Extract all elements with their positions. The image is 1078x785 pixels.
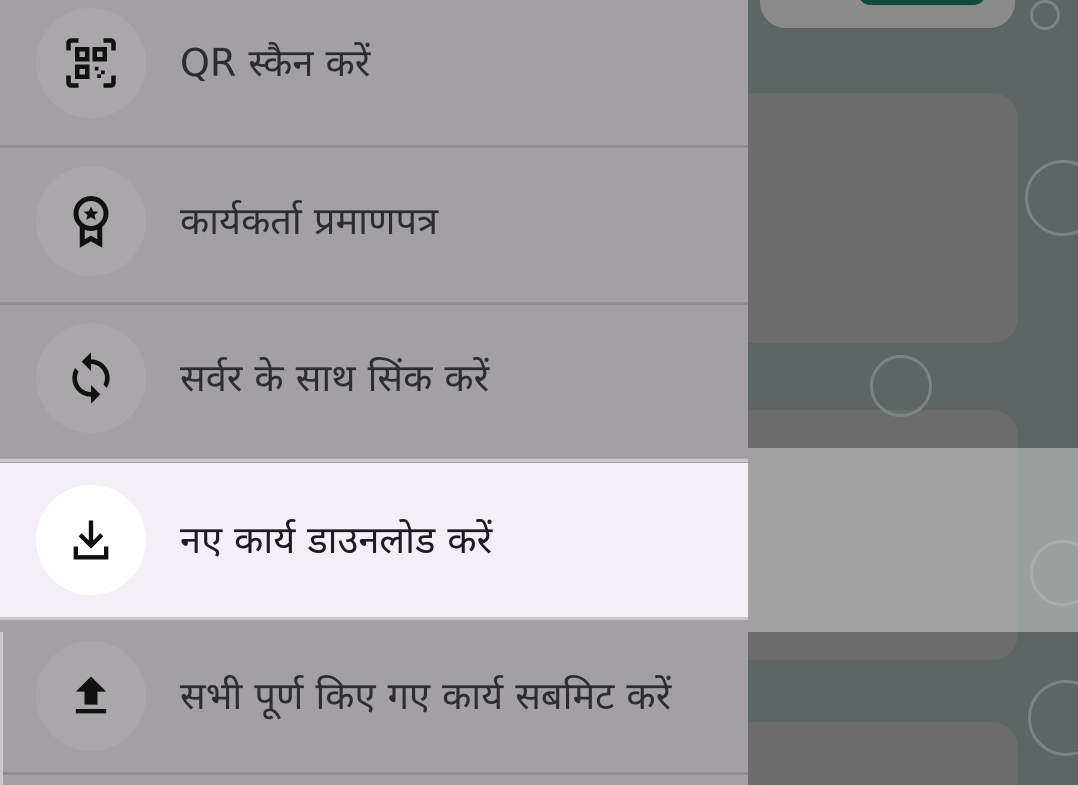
background-doodle — [870, 355, 932, 417]
menu-item-worker-certificate[interactable]: कार्यकर्ता प्रमाणपत्र — [0, 148, 748, 294]
award-certificate-icon — [36, 166, 146, 276]
drawer-edge — [0, 632, 3, 785]
menu-item-label: कार्यकर्ता प्रमाणपत्र — [180, 199, 439, 243]
menu-item-sync-server[interactable]: सर्वर के साथ सिंक करें — [0, 305, 748, 451]
menu-divider — [0, 772, 748, 775]
screen: QR स्कैन करें कार्यकर्ता प्रमाणपत्र सर्व… — [0, 0, 1078, 785]
navigation-drawer: QR स्कैन करें कार्यकर्ता प्रमाणपत्र सर्व… — [0, 0, 748, 785]
highlight-overlay — [748, 448, 1078, 632]
menu-item-label: QR स्कैन करें — [180, 41, 371, 85]
background-doodle — [1028, 680, 1078, 756]
menu-item-label: सभी पूर्ण किए गए कार्य सबमिट करें — [180, 674, 672, 718]
background-doodle — [1025, 160, 1078, 236]
menu-item-submit-tasks[interactable]: सभी पूर्ण किए गए कार्य सबमिट करें — [0, 620, 748, 772]
background-doodle — [1030, 0, 1060, 30]
menu-item-qr-scan[interactable]: QR स्कैन करें — [0, 0, 748, 136]
qr-code-scan-icon — [36, 8, 146, 118]
menu-item-label: नए कार्य डाउनलोड करें — [180, 518, 493, 562]
background-action-button — [858, 0, 986, 5]
download-icon — [36, 485, 146, 595]
menu-divider — [0, 459, 748, 462]
menu-item-download-tasks[interactable]: नए कार्य डाउनलोड करें — [0, 463, 748, 617]
upload-icon — [36, 641, 146, 751]
menu-item-label: सर्वर के साथ सिंक करें — [180, 356, 490, 400]
sync-icon — [36, 323, 146, 433]
